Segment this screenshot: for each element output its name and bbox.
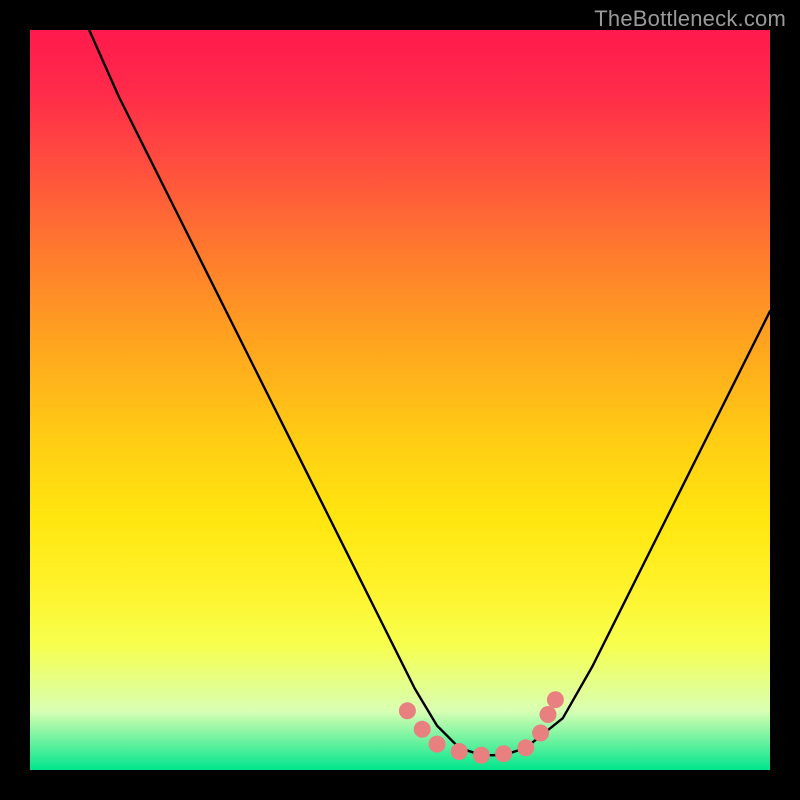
highlight-dot — [532, 725, 549, 742]
highlight-dot — [495, 745, 512, 762]
chart-svg — [30, 30, 770, 770]
highlight-dot — [517, 739, 534, 756]
chart-frame: TheBottleneck.com — [0, 0, 800, 800]
highlight-dot — [414, 721, 431, 738]
highlight-dot — [547, 691, 564, 708]
highlight-dot — [429, 736, 446, 753]
highlight-dot — [399, 702, 416, 719]
highlight-dot — [540, 706, 557, 723]
watermark-text: TheBottleneck.com — [594, 6, 786, 32]
highlight-dot — [451, 743, 468, 760]
chart-plot-area — [30, 30, 770, 770]
highlight-dot — [473, 747, 490, 764]
bottleneck-curve-path — [89, 30, 770, 755]
